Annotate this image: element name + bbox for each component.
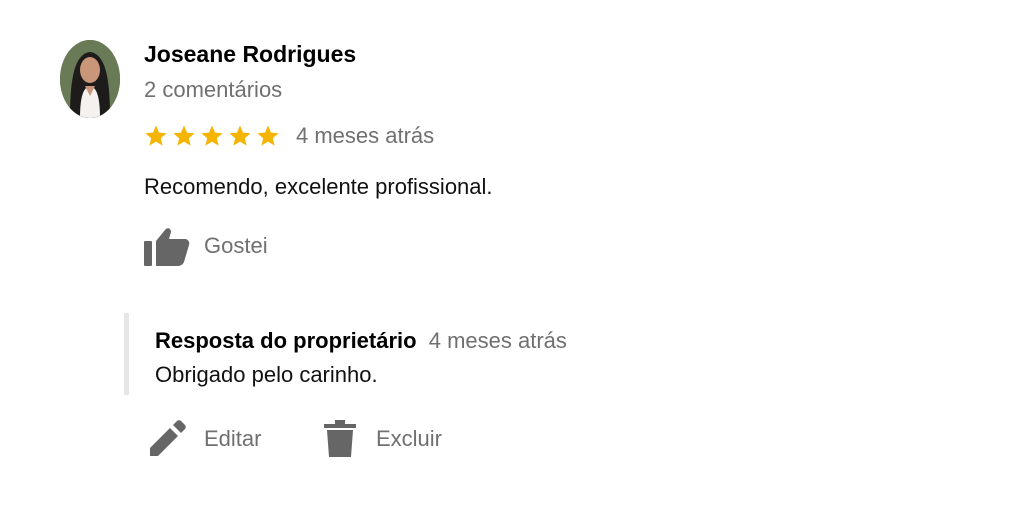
reply-header: Resposta do proprietário 4 meses atrás: [155, 328, 567, 354]
review-card: Joseane Rodrigues 2 comentários 4 meses …: [0, 0, 1014, 506]
avatar[interactable]: [60, 40, 120, 118]
like-button[interactable]: Gostei: [144, 226, 268, 266]
star-icon: [201, 125, 223, 146]
edit-label: Editar: [204, 426, 262, 451]
like-label: Gostei: [204, 233, 268, 258]
star-icon: [257, 125, 279, 146]
edit-button[interactable]: Editar: [148, 420, 261, 458]
star-icon: [145, 125, 167, 146]
thumbs-up-icon: [144, 228, 190, 266]
star-rating: [144, 124, 280, 148]
reply-time: 4 meses atrás: [428, 328, 567, 353]
reply-title: Resposta do proprietário: [155, 328, 417, 353]
delete-label: Excluir: [376, 426, 443, 451]
author-comment-count: 2 comentários: [144, 77, 283, 102]
star-icon: [173, 125, 195, 146]
star-icon: [229, 125, 251, 146]
reply-text: Obrigado pelo carinho.: [155, 362, 378, 387]
review-time: 4 meses atrás: [296, 123, 435, 148]
pencil-icon: [150, 420, 186, 456]
author-name[interactable]: Joseane Rodrigues: [144, 41, 356, 68]
rating-row: 4 meses atrás: [144, 123, 434, 149]
avatar-photo: [60, 40, 120, 118]
delete-button[interactable]: Excluir: [324, 420, 442, 458]
owner-reply: Resposta do proprietário 4 meses atrás O…: [124, 313, 567, 395]
review-text: Recomendo, excelente profissional.: [144, 174, 493, 199]
trash-icon: [324, 420, 356, 457]
